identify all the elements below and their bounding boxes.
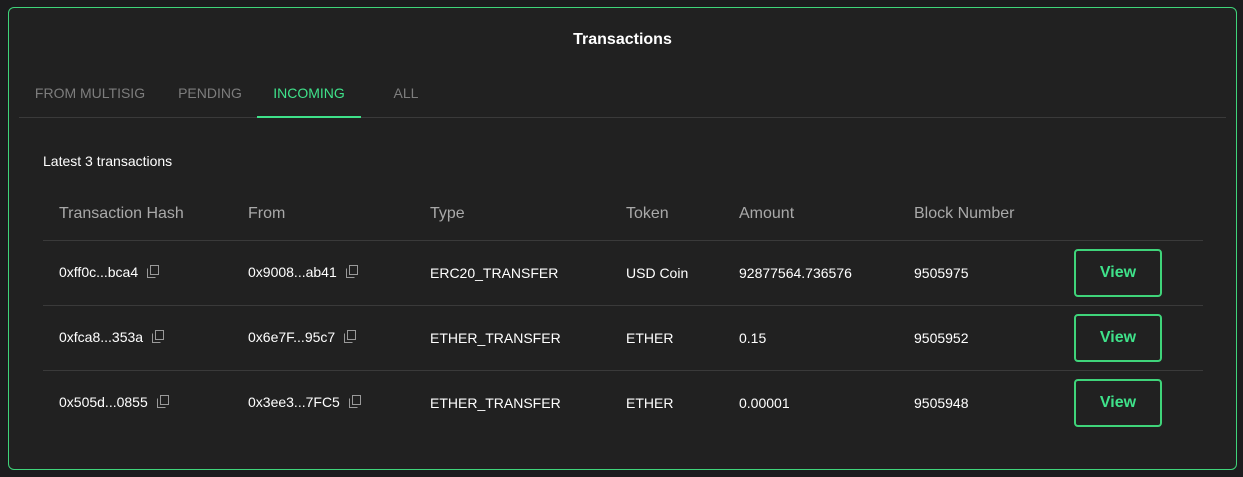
copy-icon[interactable] [156,395,169,411]
type-cell: ERC20_TRANSFER [414,240,610,306]
amount-cell: 0.00001 [739,394,790,411]
table-row: 0x505d...0855 0x3ee3...7FC5 ETHER_TRANSF… [43,370,1203,435]
type-cell: ETHER_TRANSFER [430,394,561,411]
action-cell: View [1058,305,1203,371]
block-number-cell: 9505948 [914,394,969,411]
token-cell: ETHER [626,394,674,411]
column-header: Transaction Hash [43,188,232,241]
from-cell: 0x3ee3...7FC5 [232,370,414,435]
view-button[interactable]: View [1074,378,1162,427]
hash-cell: 0xff0c...bca4 [43,240,232,306]
tab-pending[interactable]: PENDING [161,74,259,118]
panel-title: Transactions [573,31,672,48]
action-cell: View [1058,370,1203,435]
from-address: 0x9008...ab41 [248,264,337,280]
table-row: 0xff0c...bca4 0x9008...ab41 ERC20_TRANSF… [43,240,1203,306]
amount-cell: 92877564.736576 [723,240,898,306]
transaction-hash: 0x505d...0855 [59,394,148,411]
from-cell: 0x9008...ab41 [232,240,414,306]
from-address: 0x3ee3...7FC5 [248,394,340,411]
column-header: Type [414,188,610,241]
block-number-cell: 9505952 [898,305,1058,371]
transaction-hash: 0xff0c...bca4 [59,264,139,280]
action-cell: View [1058,240,1203,306]
block-number-cell: 9505975 [898,240,1058,306]
copy-icon[interactable] [152,330,165,346]
column-header: From [232,188,414,241]
transactions-panel: Transactions FROM MULTISIG PENDING INCOM… [8,7,1237,470]
transactions-table: Transaction Hash From Type Token Amount … [43,188,1203,435]
tab-all[interactable]: ALL [361,74,451,118]
token-cell: USD Coin [610,240,723,306]
copy-icon[interactable] [345,265,358,281]
type-cell: ETHER_TRANSFER [414,305,610,371]
view-button[interactable]: View [1074,248,1162,297]
hash-cell: 0x505d...0855 [43,370,232,435]
token-cell: ETHER [610,305,723,371]
tab-from-multisig[interactable]: FROM MULTISIG [19,74,161,118]
tab-incoming[interactable]: INCOMING [257,74,361,118]
column-header: Block Number [898,188,1058,241]
amount-cell: 0.15 [723,305,898,371]
copy-icon[interactable] [147,265,160,281]
transaction-hash: 0xfca8...353a [59,329,144,345]
column-header: Token [610,188,723,241]
table-header-row: Transaction Hash From Type Token Amount … [43,188,1203,241]
column-header [1058,188,1203,241]
from-address: 0x6e7F...95c7 [248,329,336,345]
copy-icon[interactable] [348,395,361,411]
copy-icon[interactable] [344,330,357,346]
tab-bar: FROM MULTISIG PENDING INCOMING ALL [19,74,1226,118]
column-header: Amount [723,188,898,241]
transactions-count-label: Latest 3 transactions [43,153,173,169]
view-button[interactable]: View [1074,313,1162,362]
table-row: 0xfca8...353a 0x6e7F...95c7 ETHER_TRANSF… [43,305,1203,371]
hash-cell: 0xfca8...353a [43,305,232,371]
from-cell: 0x6e7F...95c7 [232,305,414,371]
